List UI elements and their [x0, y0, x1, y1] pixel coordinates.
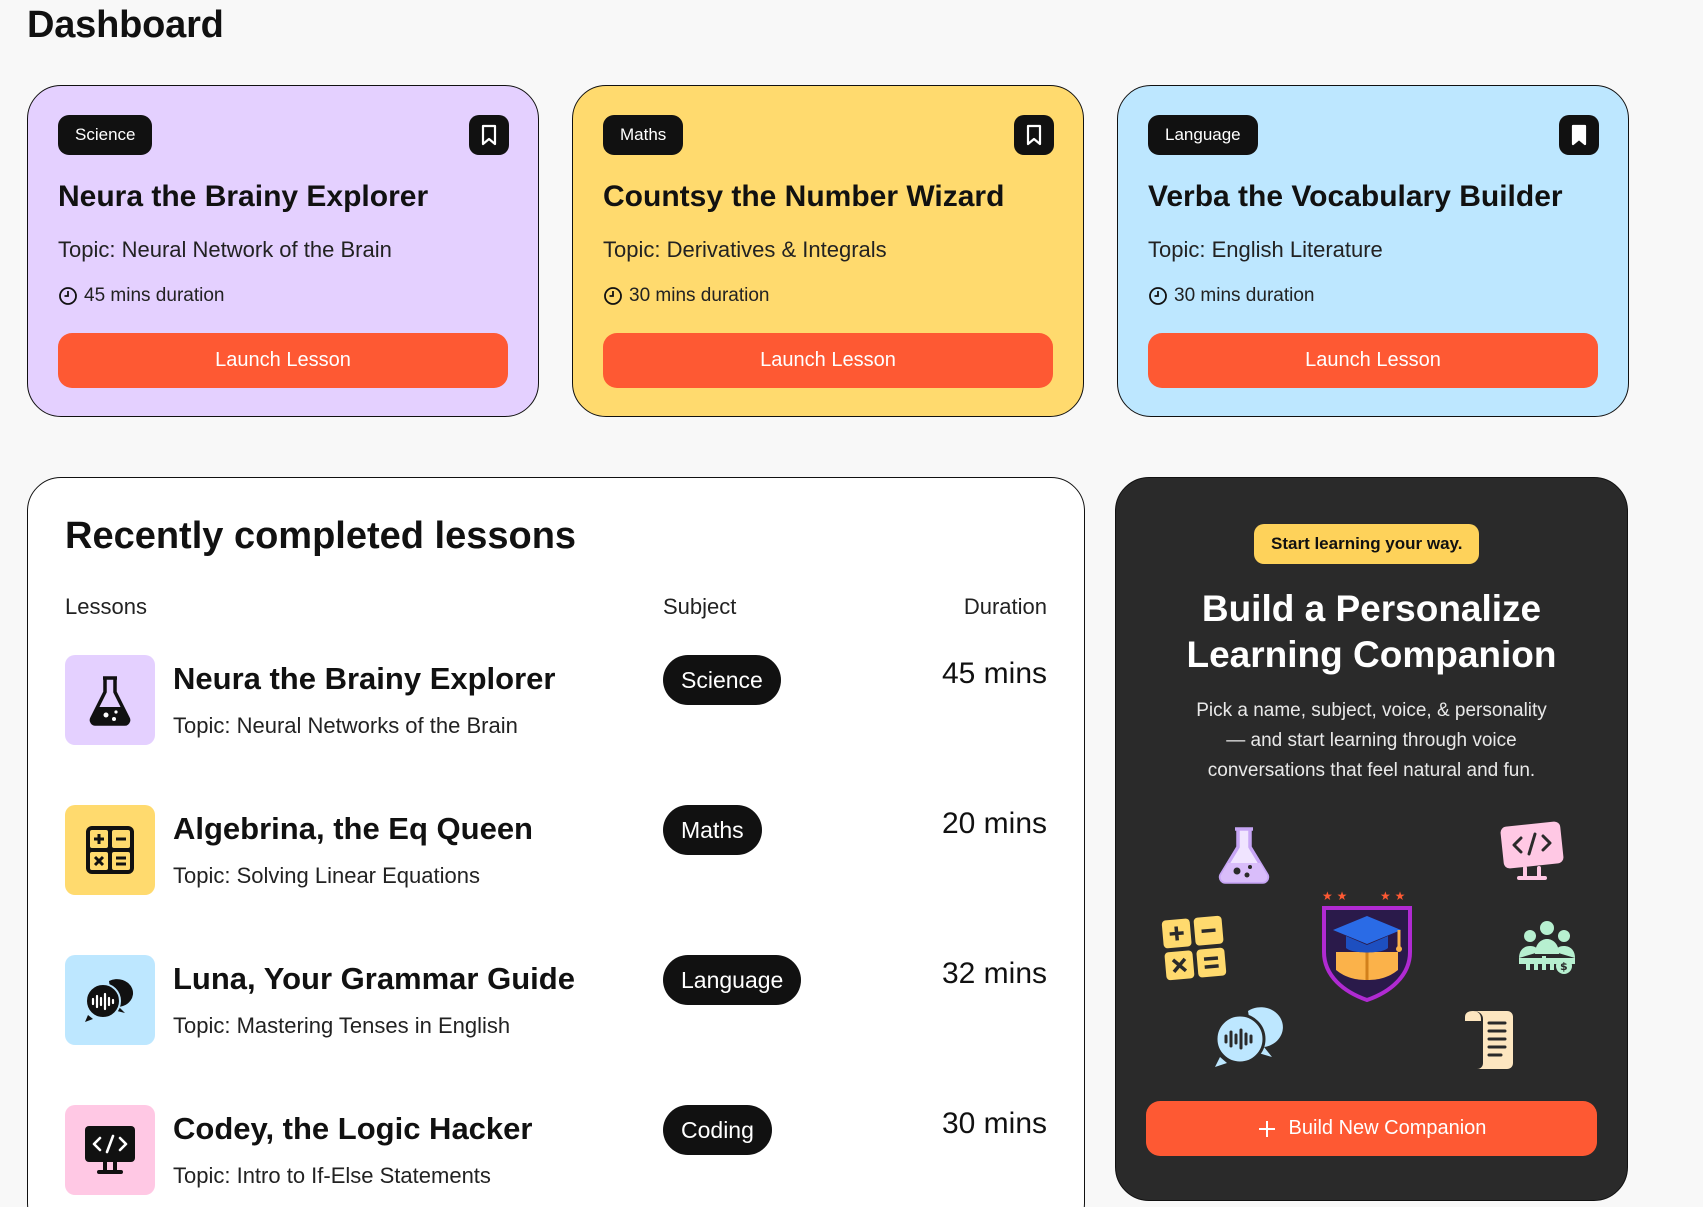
recent-lessons-panel: Recently completed lessons Lessons Subje…	[27, 477, 1085, 1207]
column-header-duration: Duration	[963, 594, 1047, 619]
code-monitor-illustration-icon	[1500, 821, 1564, 880]
bookmark-filled-icon	[1571, 124, 1587, 146]
bookmark-icon	[1026, 124, 1042, 146]
chat-bubbles-illustration-icon	[1214, 1007, 1283, 1067]
flask-illustration-icon	[1218, 827, 1270, 884]
subject-badge: Science	[663, 655, 781, 705]
cta-desc-line: conversations that feel natural and fun.	[1207, 760, 1536, 781]
card-title: Verba the Vocabulary Builder	[1148, 180, 1563, 213]
lesson-card-maths: Maths Countsy the Number Wizard Topic: D…	[572, 85, 1084, 417]
cta-desc-line: — and start learning through voice	[1226, 730, 1517, 751]
bookmark-button[interactable]	[1014, 115, 1054, 155]
lesson-duration: 32 mins	[941, 957, 1047, 990]
graduation-badge-icon: ★ ★ ★ ★	[1322, 889, 1412, 1002]
subject-badge: Maths	[663, 805, 762, 855]
cta-desc-line: Pick a name, subject, voice, & personali…	[1196, 700, 1547, 721]
clock-icon	[1149, 287, 1167, 305]
bookmark-icon	[481, 124, 497, 146]
svg-text:★ ★: ★ ★	[1322, 889, 1347, 903]
cta-title-line: Learning Companion	[1186, 634, 1557, 675]
duration-text: 30 mins duration	[629, 285, 770, 306]
lesson-thumbnail	[65, 955, 155, 1045]
card-duration: 30 mins duration	[1148, 285, 1314, 307]
cta-description: Pick a name, subject, voice, & personali…	[1171, 696, 1572, 786]
subject-tag: Language	[1148, 115, 1258, 155]
subject-tag: Maths	[603, 115, 684, 155]
plus-icon	[1258, 1120, 1275, 1137]
page-title: Dashboard	[27, 4, 224, 46]
card-duration: 45 mins duration	[58, 285, 224, 307]
lesson-row[interactable]: Algebrina, the Eq Queen Topic: Solving L…	[65, 805, 1047, 897]
team-chart-illustration-icon: $	[1519, 921, 1575, 974]
duration-text: 30 mins duration	[1174, 285, 1315, 306]
launch-lesson-button[interactable]: Launch Lesson	[1148, 333, 1598, 388]
card-topic: Topic: Neural Network of the Brain	[58, 237, 392, 262]
start-learning-pill: Start learning your way.	[1254, 524, 1480, 564]
svg-text:$: $	[1560, 960, 1568, 973]
card-topic: Topic: English Literature	[1148, 237, 1383, 262]
lesson-thumbnail	[65, 1105, 155, 1195]
lesson-title: Algebrina, the Eq Queen	[173, 811, 533, 846]
card-topic: Topic: Derivatives & Integrals	[603, 237, 887, 262]
card-title: Neura the Brainy Explorer	[58, 180, 429, 213]
lesson-duration: 20 mins	[941, 807, 1047, 840]
bookmark-button[interactable]	[1559, 115, 1599, 155]
lesson-thumbnail	[65, 655, 155, 745]
scroll-illustration-icon	[1465, 1011, 1513, 1069]
subject-tag: Science	[58, 115, 153, 155]
flask-icon	[89, 676, 131, 726]
lesson-duration: 45 mins	[941, 657, 1047, 690]
lesson-title: Codey, the Logic Hacker	[173, 1111, 533, 1146]
chat-bubbles-icon	[85, 979, 134, 1022]
cta-title-line: Build a Personalize	[1201, 588, 1542, 629]
cta-title: Build a Personalize Learning Companion	[1116, 586, 1627, 678]
bookmark-button[interactable]	[469, 115, 509, 155]
recent-lessons-heading: Recently completed lessons	[65, 515, 577, 557]
build-new-companion-button[interactable]: Build New Companion	[1146, 1101, 1597, 1156]
column-header-lessons: Lessons	[65, 594, 147, 619]
clock-icon	[604, 287, 622, 305]
build-companion-panel: Start learning your way. Build a Persona…	[1115, 477, 1628, 1201]
column-header-subject: Subject	[663, 594, 737, 619]
lesson-topic: Topic: Intro to If-Else Statements	[173, 1163, 491, 1188]
lesson-row[interactable]: Luna, Your Grammar Guide Topic: Masterin…	[65, 955, 1047, 1047]
lesson-duration: 30 mins	[941, 1107, 1047, 1140]
card-title: Countsy the Number Wizard	[603, 180, 1005, 213]
subject-badge: Coding	[663, 1105, 772, 1155]
lesson-title: Neura the Brainy Explorer	[173, 661, 556, 696]
launch-lesson-button[interactable]: Launch Lesson	[603, 333, 1053, 388]
svg-text:★ ★: ★ ★	[1380, 889, 1405, 903]
duration-text: 45 mins duration	[84, 285, 225, 306]
lesson-topic: Topic: Solving Linear Equations	[173, 863, 480, 888]
calculator-icon	[86, 826, 134, 874]
calculator-illustration-icon	[1161, 915, 1227, 981]
lesson-card-language: Language Verba the Vocabulary Builder To…	[1117, 85, 1629, 417]
lesson-topic: Topic: Mastering Tenses in English	[173, 1013, 511, 1038]
lesson-row[interactable]: Codey, the Logic Hacker Topic: Intro to …	[65, 1105, 1047, 1197]
subject-badge: Language	[663, 955, 802, 1005]
lesson-thumbnail	[65, 805, 155, 895]
lesson-card-science: Science Neura the Brainy Explorer Topic:…	[27, 85, 539, 417]
launch-lesson-button[interactable]: Launch Lesson	[58, 333, 508, 388]
clock-icon	[59, 287, 77, 305]
lesson-topic: Topic: Neural Networks of the Brain	[173, 713, 518, 738]
build-button-label: Build New Companion	[1288, 1117, 1487, 1139]
lesson-title: Luna, Your Grammar Guide	[173, 961, 575, 996]
card-duration: 30 mins duration	[603, 285, 769, 307]
code-monitor-icon	[85, 1126, 135, 1174]
lesson-row[interactable]: Neura the Brainy Explorer Topic: Neural …	[65, 655, 1047, 747]
